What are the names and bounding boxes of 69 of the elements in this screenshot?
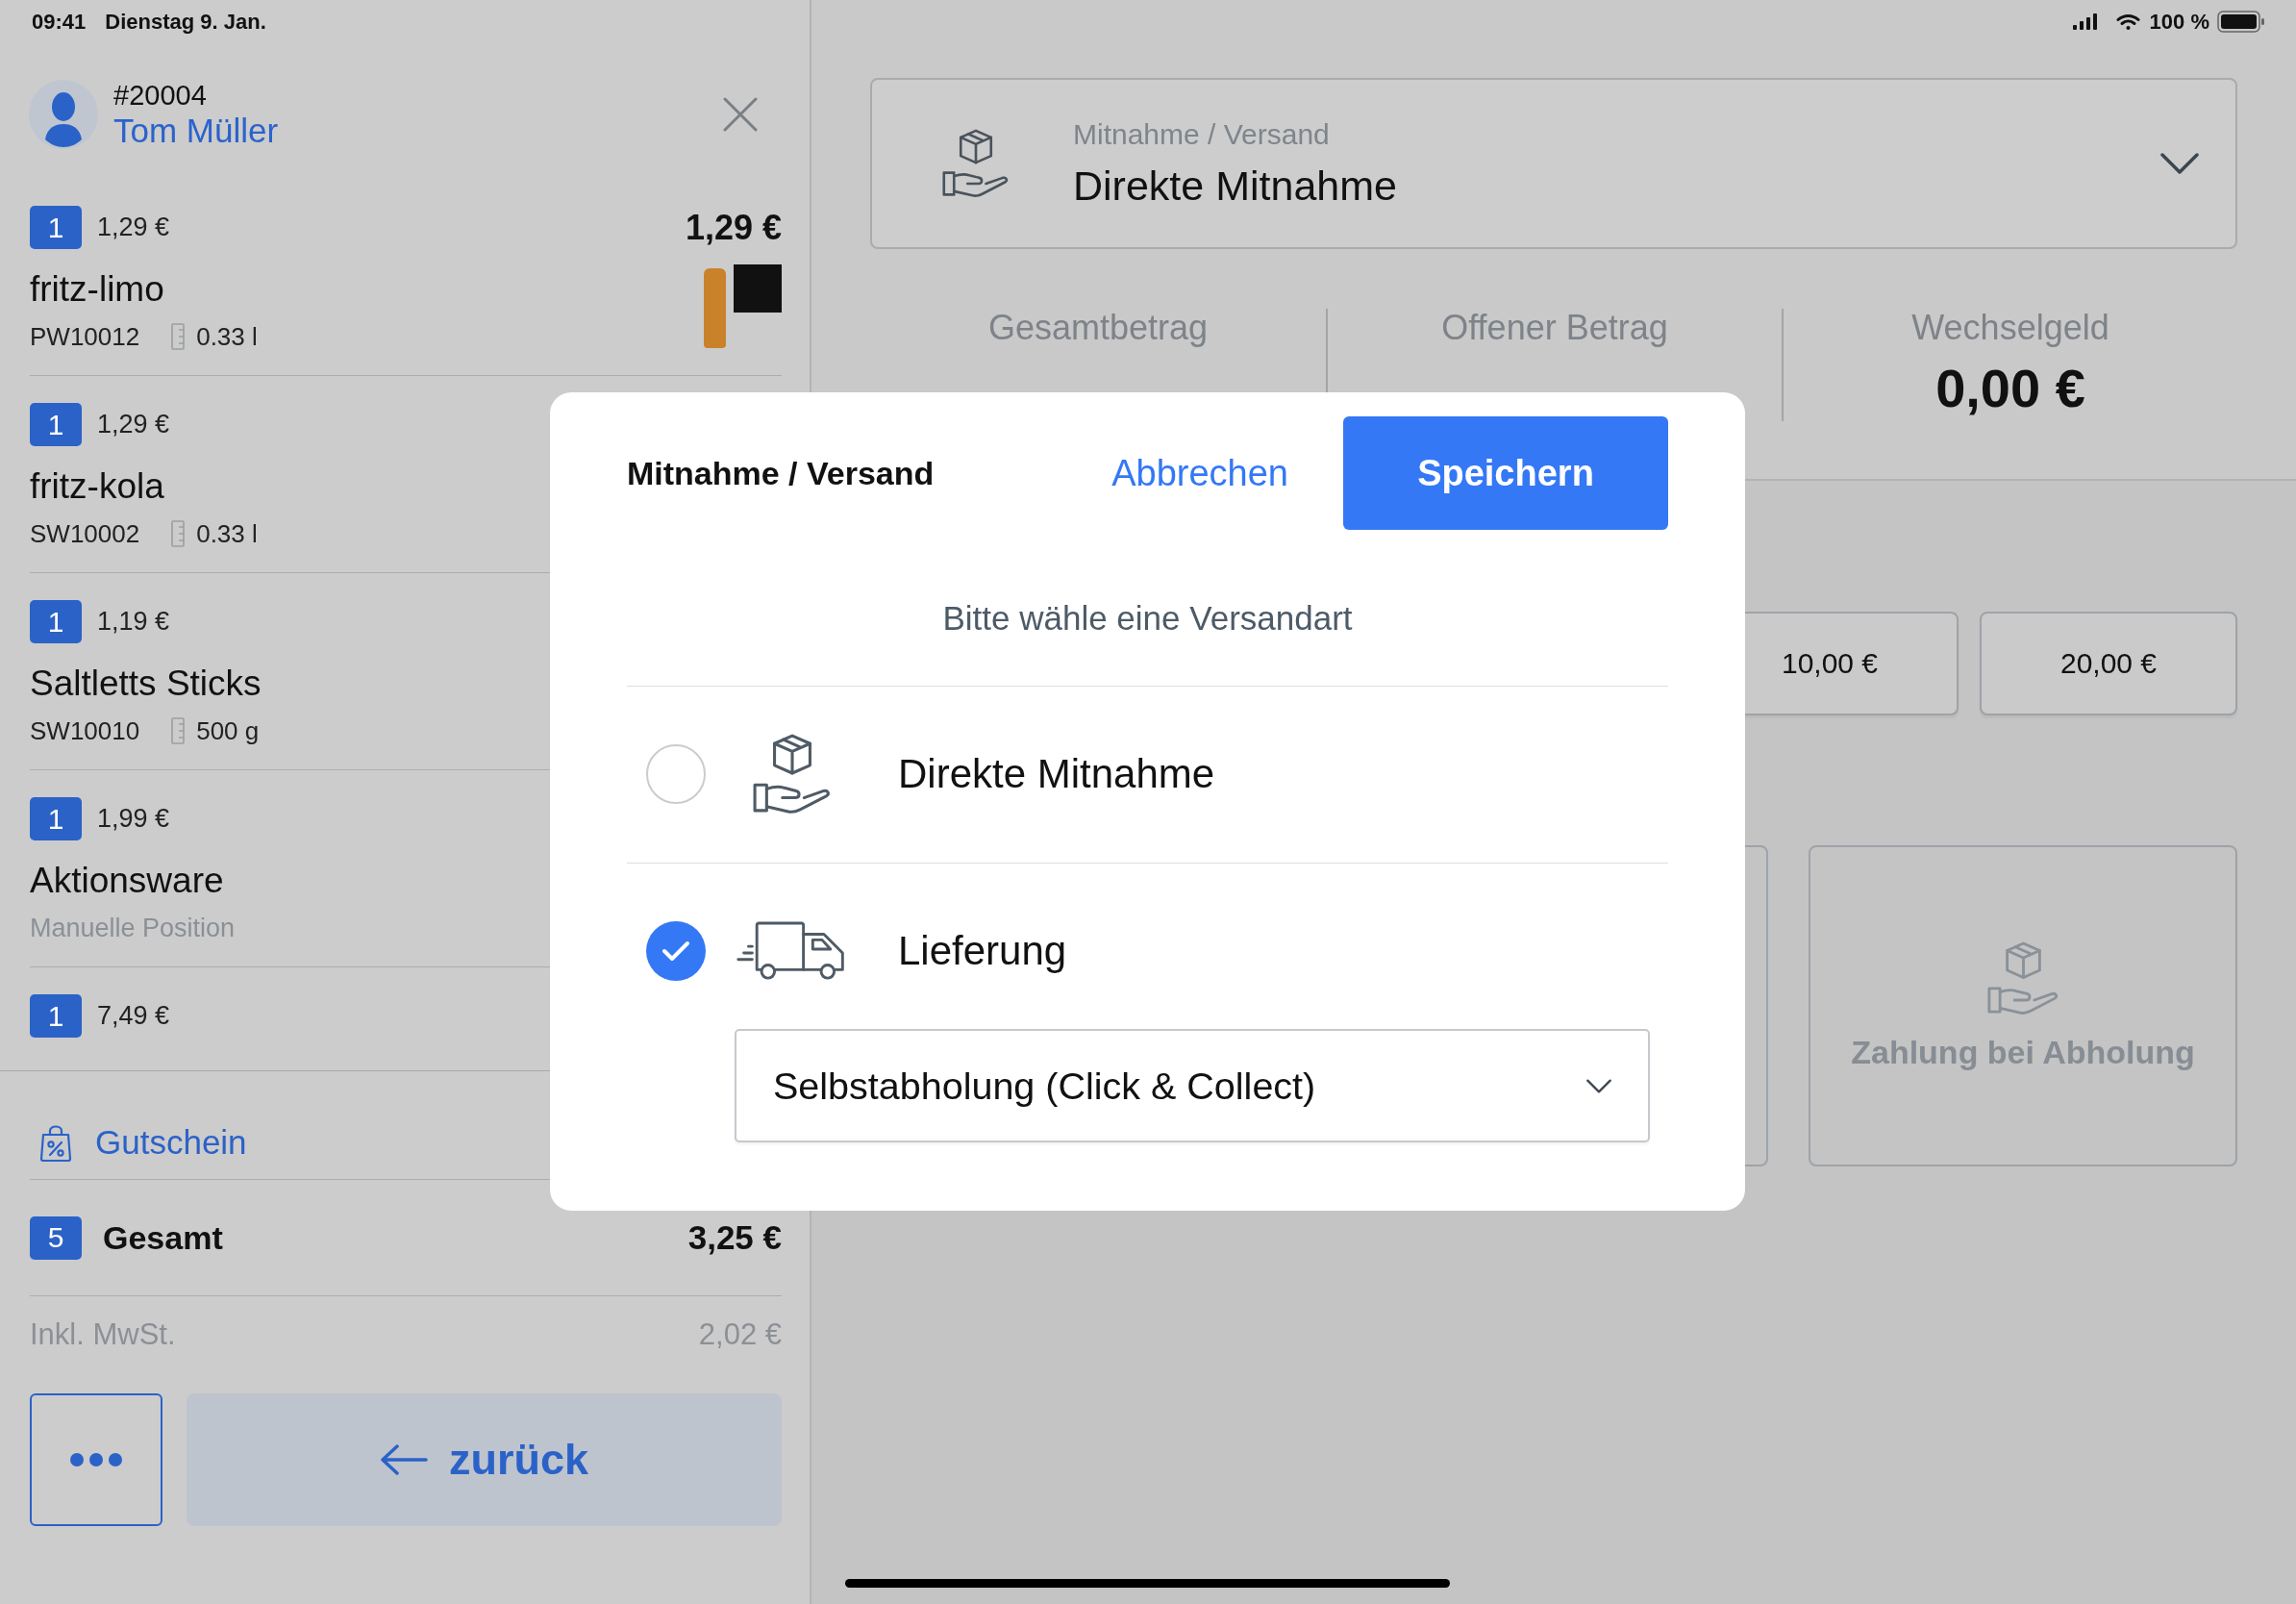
total-label: Gesamt	[103, 1218, 223, 1257]
summary-label: Gesamtbetrag	[987, 309, 1209, 347]
delivery-method-select[interactable]: Selbstabholung (Click & Collect)	[735, 1029, 1650, 1142]
tax-amount: 2,02 €	[698, 1317, 782, 1352]
option-label: Direkte Mitnahme	[898, 751, 1215, 797]
dialog-prompt: Bitte wähle eine Versandart	[942, 599, 1353, 637]
product-name: fritz-limo	[30, 268, 164, 311]
ruler-icon	[171, 717, 186, 744]
package-hand-icon	[942, 129, 1010, 198]
quantity-badge: 1	[30, 206, 82, 249]
close-button[interactable]	[722, 95, 759, 133]
status-time: 09:41	[32, 9, 87, 35]
product-name: fritz-kola	[30, 465, 164, 508]
unit-price: 7,49 €	[97, 1001, 170, 1031]
ruler-icon	[171, 520, 186, 547]
ruler-icon	[171, 323, 186, 350]
signal-icon	[2072, 13, 2097, 30]
product-photo	[734, 264, 782, 313]
summary-label: Wechselgeld	[1911, 309, 2109, 347]
item-count-badge: 5	[30, 1216, 82, 1260]
back-button[interactable]: zurück	[187, 1393, 782, 1526]
field-label: Mitnahme / Versand	[1073, 117, 1330, 152]
battery-icon	[2217, 11, 2265, 33]
status-date: Dienstag 9. Jan.	[105, 9, 266, 35]
package-hand-icon	[1986, 940, 2059, 1015]
quantity-badge: 1	[30, 403, 82, 446]
shipping-select[interactable]: Mitnahme / Versand Direkte Mitnahme	[870, 78, 2237, 249]
product-sku: PW10012	[30, 321, 140, 353]
quantity-badge: 1	[30, 994, 82, 1038]
summary-value: 0,00 €	[1935, 358, 2085, 419]
unit-price: 1,99 €	[97, 804, 170, 834]
dialog-title: Mitnahme / Versand	[627, 454, 935, 492]
wifi-icon	[2115, 13, 2140, 31]
chevron-down-icon	[2160, 153, 2199, 174]
product-sku: SW10002	[30, 518, 140, 550]
line-total: 1,29 €	[685, 207, 782, 248]
unit-price: 1,19 €	[97, 607, 170, 637]
customer-name[interactable]: Tom Müller	[113, 111, 279, 150]
battery-percent: 100 %	[2149, 9, 2209, 35]
chevron-down-icon	[1586, 1078, 1611, 1093]
product-size: 500 g	[196, 715, 260, 747]
discount-bag-icon	[39, 1122, 72, 1163]
cash-amount-button[interactable]: 20,00 €	[1980, 612, 2237, 715]
cancel-button[interactable]: Abbrechen	[1111, 452, 1288, 494]
voucher-link[interactable]: Gutschein	[30, 1122, 247, 1163]
summary-label: Offener Betrag	[1441, 309, 1668, 347]
arrow-left-icon	[379, 1444, 428, 1475]
option-label: Lieferung	[898, 928, 1067, 974]
total-amount: 3,25 €	[687, 1218, 782, 1257]
field-value: Direkte Mitnahme	[1073, 162, 1397, 210]
more-icon	[69, 1452, 123, 1467]
quantity-badge: 1	[30, 600, 82, 643]
unit-price: 1,29 €	[97, 213, 170, 242]
package-hand-icon	[753, 734, 832, 815]
tax-label: Inkl. MwSt.	[30, 1317, 176, 1352]
order-number: #20004	[113, 78, 207, 112]
product-name: Aktionsware	[30, 860, 224, 902]
unit-price: 1,29 €	[97, 410, 170, 439]
save-button[interactable]: Speichern	[1343, 416, 1668, 530]
product-size: 0.33 l	[196, 518, 258, 550]
product-sku: SW10010	[30, 715, 140, 747]
product-size: 0.33 l	[196, 321, 258, 353]
product-name: Saltletts Sticks	[30, 663, 262, 705]
more-button[interactable]	[30, 1393, 162, 1526]
item-note: Manuelle Position	[30, 913, 236, 944]
check-icon	[661, 940, 690, 963]
avatar-icon	[29, 79, 98, 149]
close-icon	[722, 95, 759, 133]
quantity-badge: 1	[30, 797, 82, 840]
